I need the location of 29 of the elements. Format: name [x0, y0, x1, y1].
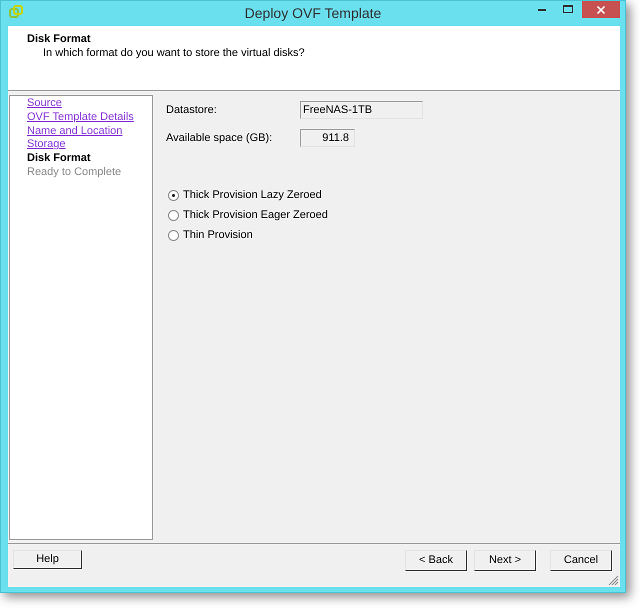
resize-grip-icon[interactable]	[608, 575, 619, 586]
radio-label[interactable]: Thick Provision Lazy Zeroed	[183, 186, 322, 204]
back-button[interactable]: < Back	[405, 550, 467, 571]
close-icon	[597, 6, 605, 14]
step-link[interactable]: Name and Location	[27, 124, 122, 138]
help-button[interactable]: Help	[13, 550, 82, 569]
read-only-field[interactable]: 911.8	[300, 129, 355, 147]
step-link[interactable]: OVF Template Details	[27, 110, 134, 125]
radio-label[interactable]: Thin Provision	[183, 226, 253, 244]
radio-label[interactable]: Thick Provision Eager Zeroed	[183, 206, 328, 224]
window-title: Deploy OVF Template	[244, 4, 382, 23]
close-button[interactable]	[582, 1, 620, 18]
field-label: Available space (GB):	[166, 130, 274, 146]
next-button[interactable]: Next >	[474, 550, 536, 571]
minimize-icon	[538, 9, 546, 11]
page-heading: Disk Format	[27, 32, 91, 46]
current-step-label: Disk Format	[27, 152, 91, 166]
radio-button[interactable]	[168, 190, 179, 200]
app-logo-icon	[9, 5, 23, 19]
page-description: In which format do you want to store the virtual disks?	[42, 46, 305, 60]
field-label: Datastore:	[166, 102, 218, 118]
cancel-button[interactable]: Cancel	[550, 550, 612, 571]
step-label: Ready to Complete	[27, 166, 122, 180]
radio-button[interactable]	[168, 210, 179, 220]
read-only-field[interactable]: FreeNAS-1TB	[300, 101, 423, 119]
step-link[interactable]: Storage	[27, 138, 66, 152]
radio-button[interactable]	[168, 230, 179, 240]
maximize-icon	[563, 5, 573, 13]
step-link[interactable]: Source	[27, 97, 62, 111]
